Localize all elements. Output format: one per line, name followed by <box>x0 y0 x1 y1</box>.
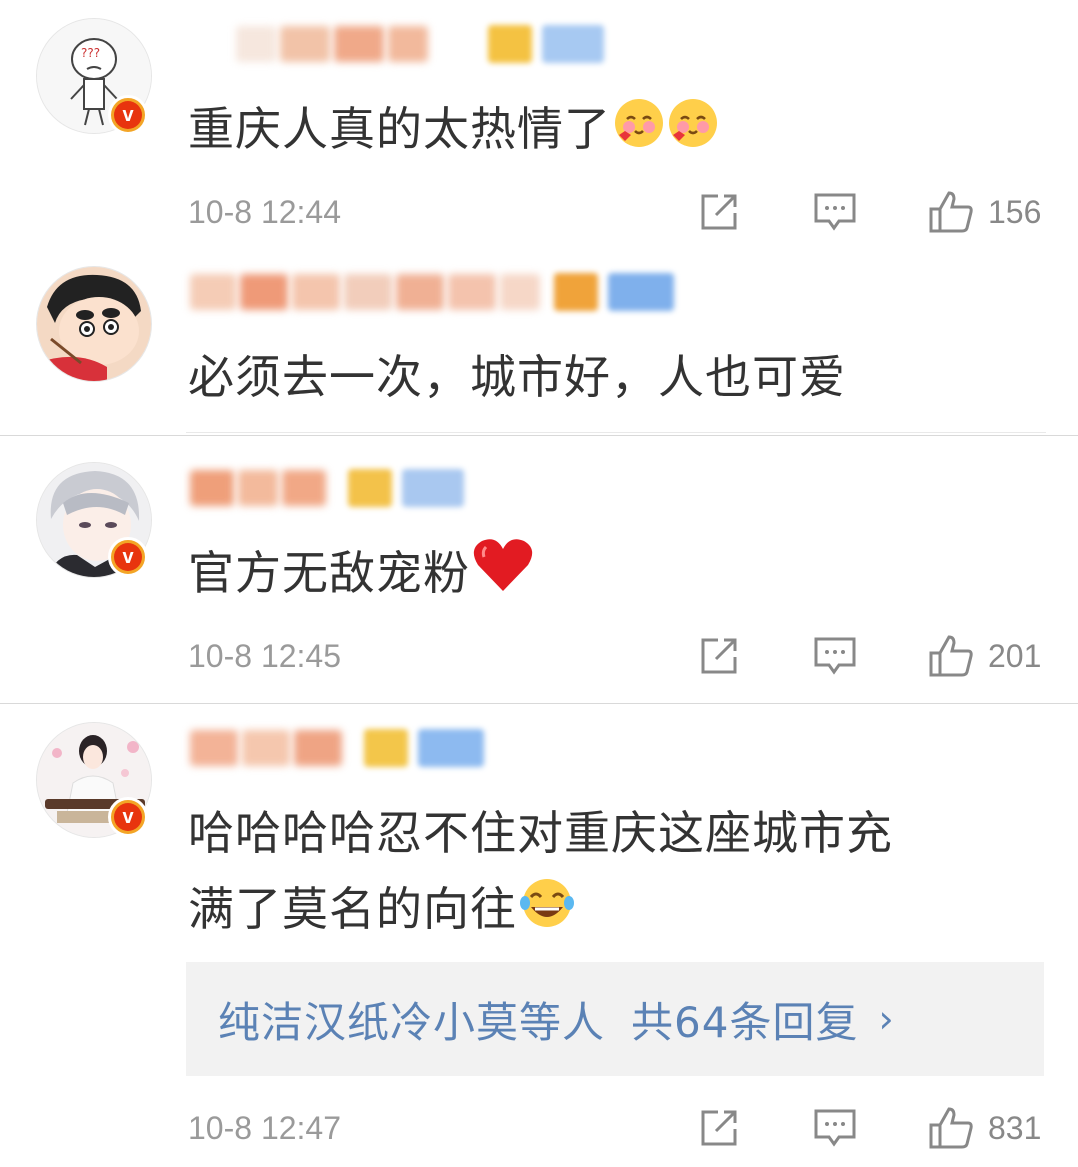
reply-count: 共64条回复 <box>631 997 859 1047</box>
comment-actions: 831 <box>696 1102 1046 1154</box>
member-badge-icon <box>554 273 598 311</box>
like-count: 831 <box>988 1109 1042 1146</box>
cartoon-boy-avatar-image <box>37 267 151 381</box>
comment-meta: 10-8 12:47 831 <box>188 1102 1046 1154</box>
comment-text: 重庆人真的太热情了 <box>188 90 719 172</box>
username-blurred[interactable] <box>236 22 604 66</box>
level-badge-icon <box>608 273 674 311</box>
comment-meta: 10-8 12:44 156 <box>188 186 1046 238</box>
comment-text: 官方无敌宠粉 <box>188 534 534 616</box>
level-badge-icon <box>418 729 484 767</box>
comment-bubble-icon[interactable] <box>812 633 858 679</box>
red-heart-emoji-icon <box>472 537 534 616</box>
comment-text-line-1: 哈哈哈哈忍不住对重庆这座城市充 <box>188 806 893 860</box>
like-count: 201 <box>988 637 1042 674</box>
blush-emoji-icon <box>667 94 719 172</box>
share-box-icon[interactable] <box>696 189 742 235</box>
comment-actions: 201 <box>696 630 1046 682</box>
verified-badge-icon: v <box>108 797 148 837</box>
thumbs-up-icon[interactable] <box>928 1105 974 1151</box>
level-badge-icon <box>402 469 464 507</box>
verified-badge-icon: v <box>108 95 148 135</box>
comment-bubble-icon[interactable] <box>812 189 858 235</box>
comment-time: 10-8 12:44 <box>188 193 342 230</box>
comment-meta: 10-8 12:45 201 <box>188 630 1046 682</box>
level-badge-icon <box>542 25 604 63</box>
replies-summary-link[interactable]: 纯洁汉纸冷小莫等人 共64条回复 › <box>186 962 1044 1076</box>
divider <box>186 432 1046 433</box>
reply-users: 纯洁汉纸冷小莫等人 <box>218 997 606 1047</box>
comment-time: 10-8 12:47 <box>188 1109 342 1146</box>
blush-emoji-icon <box>613 94 665 172</box>
svg-text:???: ??? <box>81 46 100 60</box>
divider <box>0 703 1078 704</box>
comment-text: 必须去一次，城市好，人也可爱 <box>188 350 846 404</box>
verified-badge-icon: v <box>108 537 148 577</box>
thumbs-up-icon[interactable] <box>928 189 974 235</box>
user-avatar[interactable] <box>36 266 152 382</box>
comment-text-line-2: 满了莫名的向往 <box>188 870 575 952</box>
username-blurred[interactable] <box>190 726 484 770</box>
thumbs-up-icon[interactable] <box>928 633 974 679</box>
laughing-tears-emoji-icon <box>519 874 575 952</box>
share-box-icon[interactable] <box>696 633 742 679</box>
divider <box>0 435 1078 436</box>
chevron-right-icon: › <box>878 997 895 1041</box>
comment-time: 10-8 12:45 <box>188 637 342 674</box>
username-blurred[interactable] <box>190 466 464 510</box>
comment-actions: 156 <box>696 186 1046 238</box>
comment-bubble-icon[interactable] <box>812 1105 858 1151</box>
member-badge-icon <box>364 729 408 767</box>
member-badge-icon <box>348 469 392 507</box>
member-badge-icon <box>488 25 532 63</box>
username-blurred[interactable] <box>190 270 674 314</box>
share-box-icon[interactable] <box>696 1105 742 1151</box>
like-count: 156 <box>988 193 1042 230</box>
